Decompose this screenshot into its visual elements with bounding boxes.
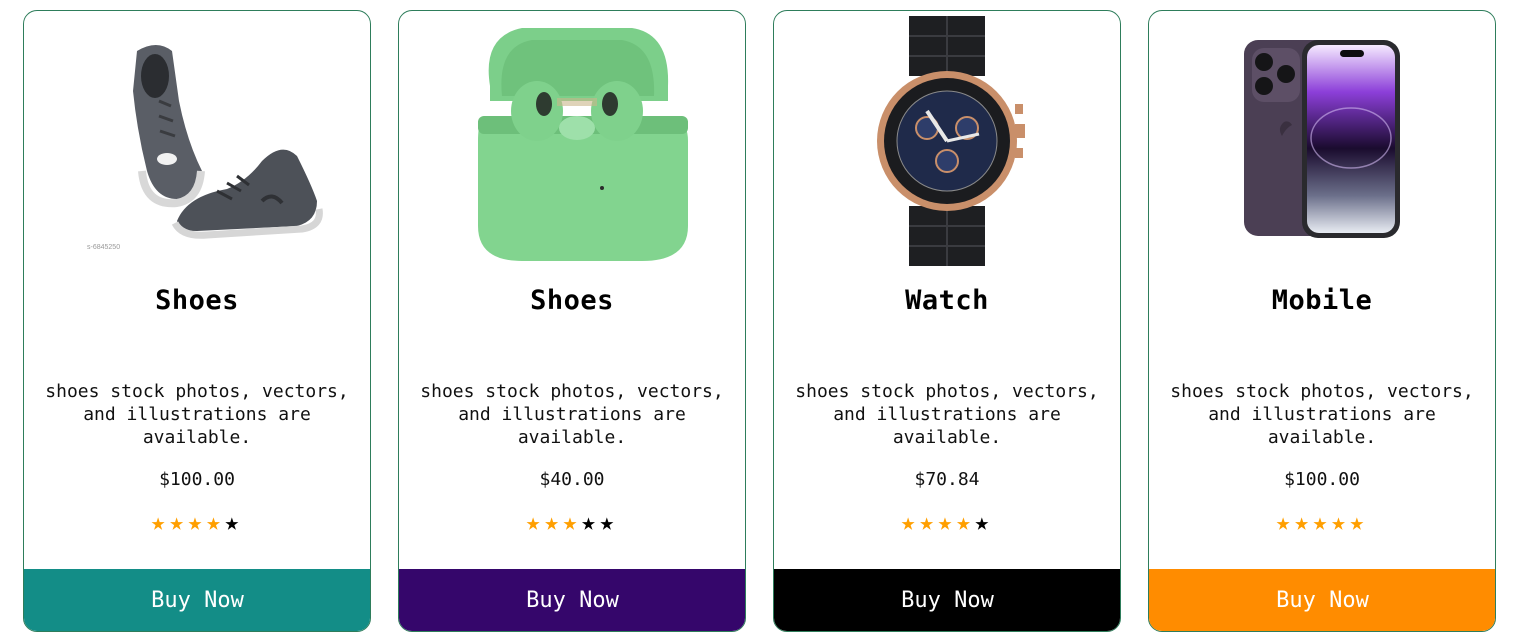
product-description: shoes stock photos, vectors, and illustr… [795, 381, 1099, 448]
buy-now-button[interactable]: Buy Now [1149, 569, 1495, 631]
star-icon: ★ [1275, 508, 1295, 536]
star-icon: ★ [581, 508, 600, 536]
wristwatch-image [774, 11, 1120, 271]
star-icon: ★ [1331, 508, 1350, 536]
product-price: $40.00 [539, 469, 605, 490]
star-icon: ★ [599, 508, 619, 536]
product-card: Watch shoes stock photos, vectors, and i… [773, 10, 1121, 632]
smartphone-image [1149, 11, 1495, 271]
star-rating: ★★★★★ [399, 508, 745, 536]
star-icon: ★ [900, 508, 920, 536]
star-icon: ★ [525, 508, 545, 536]
product-title: Shoes [530, 285, 614, 316]
product-price: $70.84 [914, 469, 980, 490]
buy-now-button[interactable]: Buy Now [24, 569, 370, 631]
product-price: $100.00 [1284, 469, 1360, 490]
star-icon: ★ [1349, 508, 1369, 536]
product-card: Shoes shoes stock photos, vectors, and i… [398, 10, 746, 632]
star-icon: ★ [544, 508, 563, 536]
star-icon: ★ [919, 508, 938, 536]
earbuds-image [399, 11, 745, 271]
buy-now-button[interactable]: Buy Now [774, 569, 1120, 631]
star-icon: ★ [150, 508, 170, 536]
star-icon: ★ [169, 508, 188, 536]
product-description: shoes stock photos, vectors, and illustr… [1170, 381, 1474, 448]
product-title: Mobile [1271, 285, 1373, 316]
buy-now-button[interactable]: Buy Now [399, 569, 745, 631]
product-description: shoes stock photos, vectors, and illustr… [420, 381, 724, 448]
star-icon: ★ [206, 508, 225, 536]
product-title: Watch [905, 285, 989, 316]
star-icon: ★ [224, 508, 244, 536]
star-rating: ★★★★★ [24, 508, 370, 536]
star-icon: ★ [187, 508, 207, 536]
star-icon: ★ [937, 508, 957, 536]
product-card: s-6845250 Shoes shoes stock photos, vect… [23, 10, 371, 632]
star-rating: ★★★★★ [1149, 508, 1495, 536]
product-grid: s-6845250 Shoes shoes stock photos, vect… [0, 0, 1525, 640]
star-rating: ★★★★★ [774, 508, 1120, 536]
star-icon: ★ [956, 508, 975, 536]
star-icon: ★ [1294, 508, 1313, 536]
star-icon: ★ [974, 508, 994, 536]
product-card: Mobile shoes stock photos, vectors, and … [1148, 10, 1496, 632]
star-icon: ★ [1312, 508, 1332, 536]
product-title: Shoes [155, 285, 239, 316]
product-price: $100.00 [159, 469, 235, 490]
svg-text:s-6845250: s-6845250 [87, 244, 120, 251]
product-description: shoes stock photos, vectors, and illustr… [45, 381, 349, 448]
sneakers-image: s-6845250 [24, 11, 370, 271]
star-icon: ★ [562, 508, 582, 536]
